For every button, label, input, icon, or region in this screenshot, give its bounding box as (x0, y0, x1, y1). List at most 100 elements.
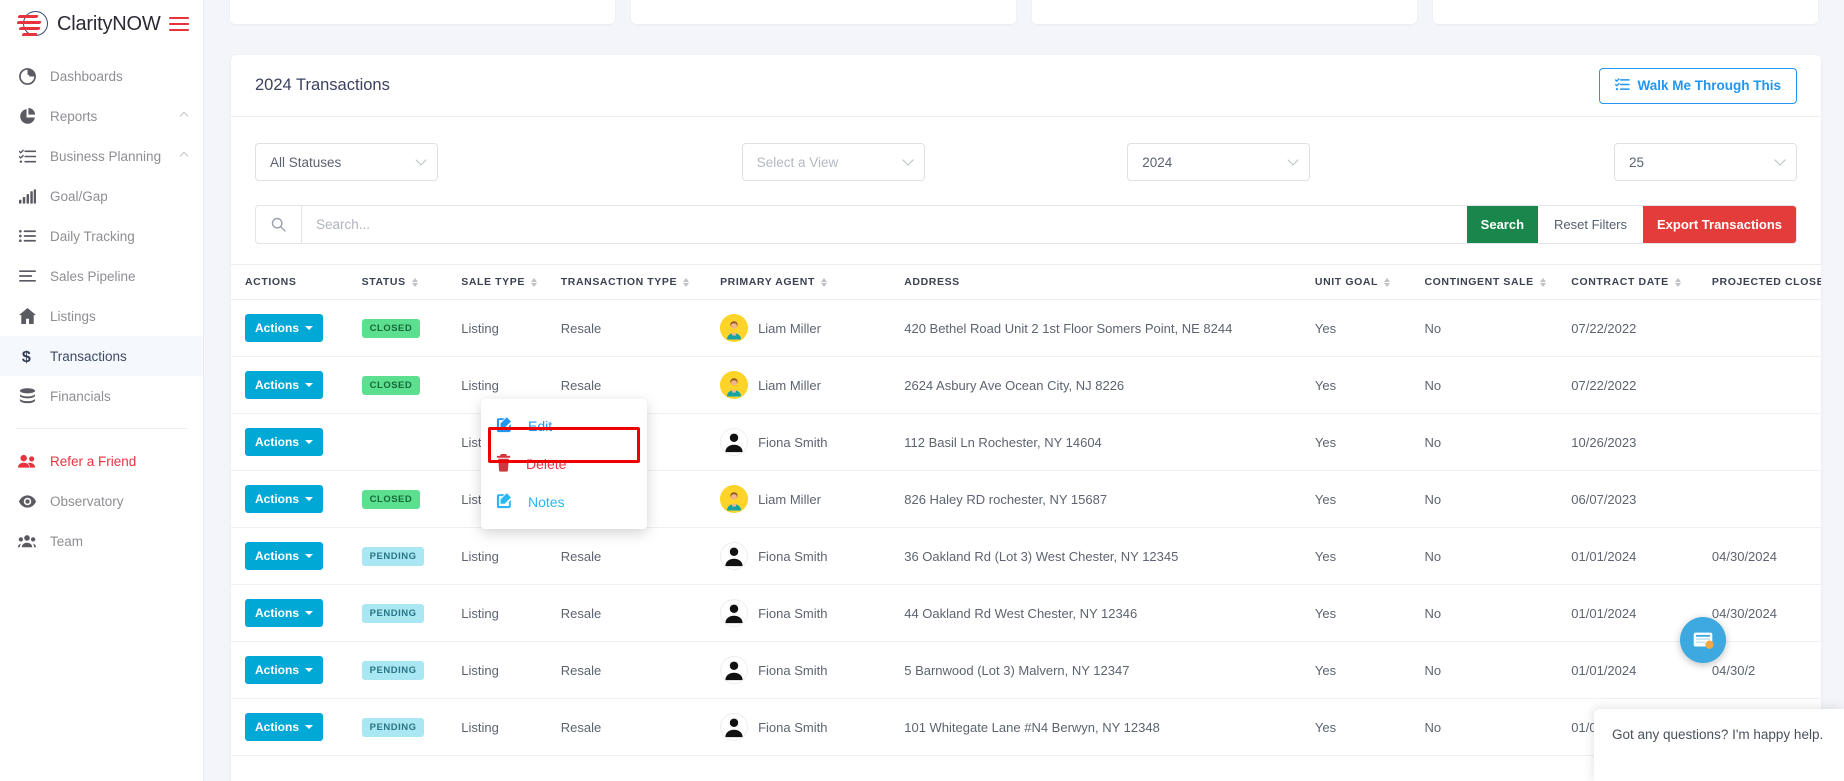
column-header-label: UNIT GOAL (1314, 276, 1379, 288)
address-cell: 2624 Asbury Ave Ocean City, NJ 8226 (904, 356, 1315, 414)
year-filter-select[interactable]: 2024 (1127, 143, 1311, 181)
chevron-right-icon (179, 151, 189, 161)
walk-me-through-this-button[interactable]: Walk Me Through This (1598, 67, 1797, 104)
actions-dropdown-menu[interactable]: Edit Delete Notes (481, 399, 647, 529)
projected-close-cell (1711, 470, 1821, 528)
hamburger-menu-icon[interactable] (169, 17, 189, 31)
sidebar-item-transactions[interactable]: $ Transactions (0, 336, 203, 376)
sidebar-item-dashboards[interactable]: Dashboards (0, 56, 203, 96)
sort-icon[interactable] (530, 277, 537, 287)
row-actions-button[interactable]: Actions (245, 656, 324, 684)
reset-filters-button[interactable]: Reset Filters (1538, 206, 1644, 243)
column-header-projected-close[interactable]: PROJECTED CLOSE (1711, 264, 1821, 300)
sidebar-item-team[interactable]: Team (0, 521, 203, 561)
row-actions-button[interactable]: Actions (245, 542, 324, 570)
chevron-down-icon (1287, 154, 1299, 166)
column-header-unit-goal[interactable]: UNIT GOAL (1314, 264, 1425, 300)
menu-item-delete[interactable]: Delete (481, 445, 647, 483)
row-actions-label: Actions (255, 378, 300, 392)
view-filter-value: Select a View (756, 154, 839, 170)
sidebar-nav-list: Dashboards Reports Business Planning Goal/G… (0, 48, 203, 416)
menu-item-edit[interactable]: Edit (481, 407, 647, 445)
team-icon (18, 534, 36, 548)
row-actions-button[interactable]: Actions (245, 485, 324, 513)
primary-agent-cell: Fiona Smith (720, 413, 905, 471)
chevron-down-icon (415, 154, 427, 166)
view-filter-select[interactable]: Select a View (741, 143, 925, 181)
sidebar-item-financials[interactable]: Financials (0, 376, 203, 416)
unit-goal-cell: Yes (1314, 641, 1425, 699)
sidebar-item-observatory[interactable]: Observatory (0, 481, 203, 521)
coins-icon (18, 388, 36, 404)
sort-icon[interactable] (1674, 277, 1681, 287)
sidebar-item-goal-gap[interactable]: Goal/Gap (0, 176, 203, 216)
sidebar-item-sales-pipeline[interactable]: Sales Pipeline (0, 256, 203, 296)
actions-cell: Actions (231, 470, 362, 528)
row-actions-button[interactable]: Actions (245, 599, 324, 627)
agent-name: Liam Miller (758, 320, 821, 336)
column-header-contract-date[interactable]: CONTRACT DATE (1571, 264, 1712, 300)
menu-item-edit-label: Edit (528, 418, 553, 434)
export-transactions-button[interactable]: Export Transactions (1643, 206, 1796, 243)
sidebar-item-refer-a-friend[interactable]: Refer a Friend (0, 441, 203, 481)
search-input[interactable] (302, 206, 1467, 243)
row-actions-label: Actions (255, 606, 300, 620)
sort-icon[interactable] (411, 277, 418, 287)
contingent-sale-cell: No (1424, 413, 1572, 471)
row-actions-button[interactable]: Actions (245, 314, 324, 342)
sidebar-item-label: Financials (50, 388, 111, 404)
page-size-select[interactable]: 25 (1614, 143, 1797, 181)
status-cell: PENDING (361, 527, 462, 585)
sidebar-item-reports[interactable]: Reports (0, 96, 203, 136)
row-actions-label: Actions (255, 549, 300, 563)
primary-agent-cell: Liam Miller (720, 470, 905, 528)
status-filter-select[interactable]: All Statuses (255, 143, 438, 181)
claritynow-logo-icon (16, 9, 48, 39)
caret-down-icon (305, 326, 314, 330)
projected-close-cell: 04/30/2024 (1711, 584, 1821, 642)
dashboard-icon (18, 67, 36, 85)
search-button[interactable]: Search (1466, 206, 1539, 243)
row-actions-button[interactable]: Actions (245, 371, 324, 399)
sale-type-cell: Listing (461, 698, 561, 756)
sidebar-divider (16, 428, 187, 429)
sidebar-item-label: Observatory (50, 493, 124, 509)
sidebar-item-daily-tracking[interactable]: Daily Tracking (0, 216, 203, 256)
actions-cell: Actions (231, 527, 362, 585)
status-cell: CLOSED (361, 299, 462, 357)
unit-goal-cell: Yes (1314, 356, 1425, 414)
chat-panel[interactable]: Got any questions? I'm happy help. (1594, 709, 1844, 781)
transactions-table: ACTIONS STATUS SALE TYPE TRANSACTION TYPE PR… (231, 264, 1821, 756)
transaction-type-cell: Resale (560, 299, 721, 357)
chat-agent-icon[interactable] (1680, 617, 1726, 663)
sidebar-item-label: Team (50, 533, 84, 549)
column-header-primary-agent[interactable]: PRIMARY AGENT (720, 264, 905, 300)
sidebar-item-business-planning[interactable]: Business Planning (0, 136, 203, 176)
column-header-contingent-sale[interactable]: CONTINGENT SALE (1424, 264, 1572, 300)
sale-type-cell: Listing (461, 527, 561, 585)
primary-agent-cell: Fiona Smith (720, 641, 905, 699)
agent-name: Fiona Smith (758, 548, 828, 564)
column-header-status[interactable]: STATUS (361, 264, 462, 300)
sidebar-item-listings[interactable]: Listings (0, 296, 203, 336)
sort-icon[interactable] (1384, 277, 1391, 287)
row-actions-button[interactable]: Actions (245, 713, 324, 741)
brand-bar: ClarityNOW (0, 0, 203, 48)
panel-header: 2024 Transactions Walk Me Through This (231, 55, 1821, 117)
sort-icon[interactable] (820, 277, 827, 287)
sale-type-cell: Listing (461, 584, 561, 642)
actions-cell: Actions (231, 698, 362, 756)
address-cell: 112 Basil Ln Rochester, NY 14604 (904, 413, 1315, 471)
sort-icon[interactable] (683, 277, 690, 287)
column-header-transaction-type[interactable]: TRANSACTION TYPE (560, 264, 721, 300)
address-cell: 826 Haley RD rochester, NY 15687 (904, 470, 1315, 528)
row-actions-label: Actions (255, 663, 300, 677)
row-actions-button[interactable]: Actions (245, 428, 324, 456)
sort-icon[interactable] (1539, 277, 1546, 287)
pie-chart-icon (18, 107, 36, 125)
contract-date-cell: 06/07/2023 (1571, 470, 1712, 528)
chat-message: Got any questions? I'm happy help. (1612, 727, 1824, 742)
menu-item-notes[interactable]: Notes (481, 483, 647, 521)
trash-icon (495, 453, 512, 475)
column-header-sale-type[interactable]: SALE TYPE (461, 264, 561, 300)
